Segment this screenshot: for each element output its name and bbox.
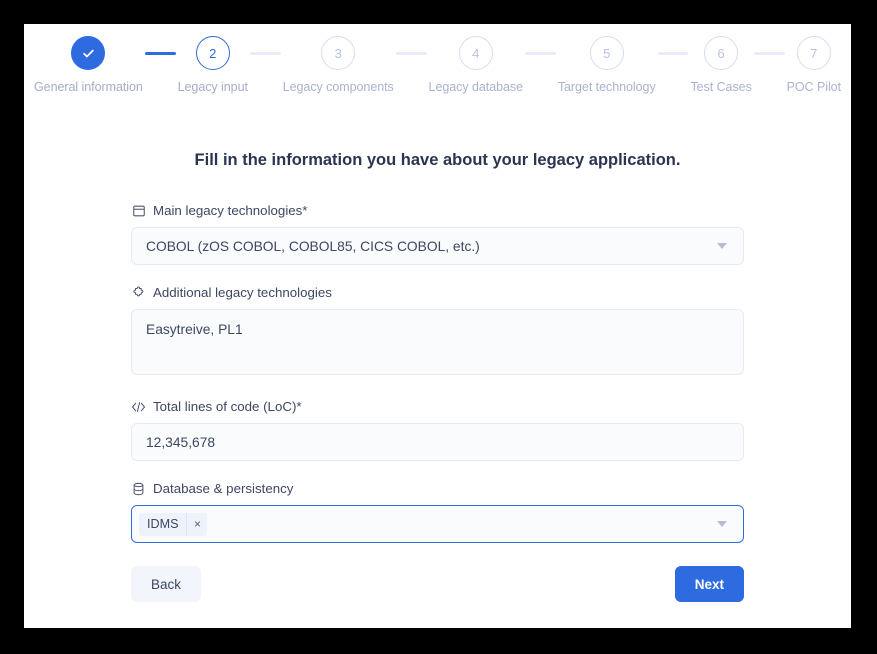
stepper-label-6: Test Cases	[690, 80, 752, 94]
stepper-step-legacy-components[interactable]: 3 Legacy components	[283, 36, 394, 94]
stepper-step-test-cases[interactable]: 6 Test Cases	[690, 36, 752, 94]
step-circle-5: 5	[589, 36, 624, 70]
database-icon	[131, 481, 146, 496]
select-main-legacy-technologies[interactable]: COBOL (zOS COBOL, COBOL85, CICS COBOL, e…	[131, 227, 744, 265]
chip-label-idms: IDMS	[147, 517, 179, 531]
stepper-label-5: Target technology	[557, 80, 656, 94]
chips-container: IDMS ×	[139, 512, 717, 536]
field-main-legacy-technologies: Main legacy technologies* COBOL (zOS COB…	[131, 203, 744, 265]
multiselect-database-persistency[interactable]: IDMS ×	[131, 505, 744, 543]
label-total-lines-of-code: Total lines of code (LoC)*	[131, 399, 744, 414]
stepper-step-poc-pilot[interactable]: 7 POC Pilot	[787, 36, 841, 94]
stepper-step-general-information[interactable]: General information	[34, 36, 143, 94]
stepper-step-legacy-database[interactable]: 4 Legacy database	[429, 36, 523, 94]
wizard-stepper: General information 2 Legacy input 3 Leg…	[24, 24, 851, 104]
chevron-down-icon[interactable]	[717, 521, 727, 527]
check-icon	[81, 46, 96, 61]
label-database-persistency: Database & persistency	[131, 481, 744, 496]
page-title: Fill in the information you have about y…	[194, 151, 681, 169]
back-button[interactable]: Back	[131, 566, 202, 602]
input-total-lines-of-code[interactable]: 12,345,678	[131, 423, 744, 461]
label-text-database-persistency: Database & persistency	[153, 481, 294, 496]
close-icon[interactable]: ×	[186, 512, 207, 536]
puzzle-piece-icon	[131, 285, 146, 300]
code-icon	[131, 399, 146, 414]
stepper-step-target-technology[interactable]: 5 Target technology	[558, 36, 656, 94]
stepper-label-3: Legacy components	[282, 80, 394, 94]
stepper-connector-1	[144, 36, 176, 70]
select-box-icon	[131, 203, 146, 218]
stepper-label-4: Legacy database	[428, 80, 524, 94]
label-text-additional-legacy-technologies: Additional legacy technologies	[153, 285, 332, 300]
stepper-connector-5	[657, 36, 689, 70]
textarea-additional-legacy-technologies[interactable]: Easytreive, PL1	[131, 309, 744, 375]
label-text-main-legacy-technologies: Main legacy technologies*	[153, 203, 308, 218]
stepper-connector-2	[249, 36, 281, 70]
legacy-input-form: Fill in the information you have about y…	[24, 151, 851, 602]
next-button[interactable]: Next	[674, 566, 744, 602]
field-total-lines-of-code: Total lines of code (LoC)* 12,345,678	[131, 399, 744, 461]
input-value-total-lines-of-code: 12,345,678	[146, 434, 216, 450]
step-circle-4: 4	[458, 36, 493, 70]
label-additional-legacy-technologies: Additional legacy technologies	[131, 285, 744, 300]
stepper-connector-4	[525, 36, 556, 70]
stepper-connector-6	[753, 36, 785, 70]
field-additional-legacy-technologies: Additional legacy technologies Easytreiv…	[131, 285, 744, 375]
field-database-persistency: Database & persistency IDMS ×	[131, 481, 744, 543]
textarea-value-additional-legacy-technologies: Easytreive, PL1	[146, 322, 243, 337]
step-circle-2: 2	[195, 36, 230, 70]
stepper-label-1: General information	[34, 80, 143, 94]
form-actions: Back Next	[131, 566, 744, 602]
stepper-label-7: POC Pilot	[786, 80, 842, 94]
stepper-step-legacy-input[interactable]: 2 Legacy input	[178, 36, 248, 94]
label-main-legacy-technologies: Main legacy technologies*	[131, 203, 744, 218]
label-text-total-lines-of-code: Total lines of code (LoC)*	[153, 399, 302, 414]
chevron-down-icon[interactable]	[717, 243, 727, 249]
stepper-label-2: Legacy input	[177, 80, 248, 94]
application-window: General information 2 Legacy input 3 Leg…	[24, 24, 851, 628]
select-value-main-legacy-technologies: COBOL (zOS COBOL, COBOL85, CICS COBOL, e…	[146, 238, 480, 254]
stepper-connector-3	[395, 36, 427, 70]
step-circle-7: 7	[796, 36, 831, 70]
chip-idms[interactable]: IDMS ×	[139, 512, 208, 536]
step-circle-1	[71, 36, 106, 70]
step-circle-3: 3	[321, 36, 356, 70]
step-circle-6: 6	[704, 36, 739, 70]
